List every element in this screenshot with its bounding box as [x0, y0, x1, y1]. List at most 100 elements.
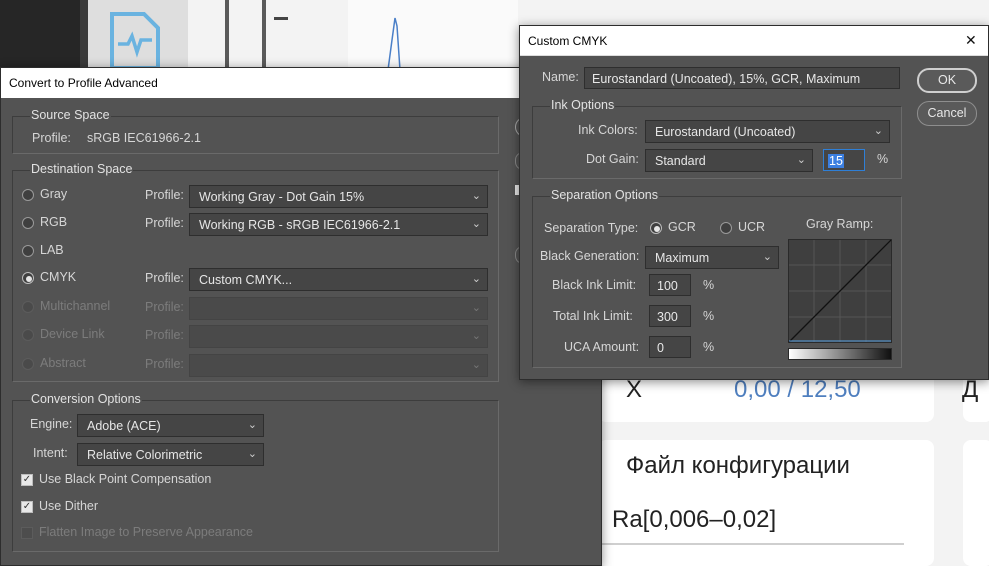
- total-ink-limit-label: Total Ink Limit:: [553, 309, 633, 323]
- black-generation-select[interactable]: Maximum ⌄: [645, 246, 779, 269]
- ok-button[interactable]: OK: [917, 68, 977, 93]
- engine-select[interactable]: Adobe (ACE) ⌄: [77, 414, 264, 437]
- radio-gcr-label: GCR: [668, 220, 696, 234]
- multichannel-profile-label: Profile:: [145, 300, 184, 314]
- config-title: Файл конфигурации: [626, 452, 850, 479]
- engine-value: Adobe (ACE): [87, 419, 161, 433]
- radio-gcr[interactable]: [650, 222, 662, 234]
- abstract-profile-select[interactable]: ⌄: [189, 354, 488, 377]
- bpc-label: Use Black Point Compensation: [39, 472, 212, 486]
- black-ink-percent: %: [703, 278, 715, 292]
- abstract-profile-label: Profile:: [145, 357, 184, 371]
- total-ink-percent: %: [703, 309, 715, 323]
- custom-cmyk-dialog: Custom CMYK ✕ Name: Eurostandard (Uncoat…: [519, 25, 989, 380]
- config-card-right: [963, 440, 989, 566]
- canvas-rule: [262, 0, 266, 70]
- bpc-checkbox[interactable]: ✓: [21, 474, 33, 486]
- cmyk-name-value: Eurostandard (Uncoated), 15%, GCR, Maxim…: [592, 72, 861, 86]
- cmyk-dialog-title: Custom CMYK: [528, 34, 608, 48]
- radio-multichannel-label: Multichannel: [40, 299, 111, 313]
- dot-gain-amount-input[interactable]: 15: [823, 149, 865, 171]
- dot-gain-value: Standard: [655, 154, 706, 168]
- radio-multichannel[interactable]: [22, 301, 34, 313]
- dot-gain-label: Dot Gain:: [586, 152, 639, 166]
- engine-label: Engine:: [30, 417, 73, 431]
- close-icon[interactable]: ✕: [965, 32, 977, 49]
- dot-gain-percent: %: [877, 152, 889, 166]
- gray-profile-select[interactable]: Working Gray - Dot Gain 15% ⌄: [189, 185, 488, 208]
- chevron-down-icon: ⌄: [471, 273, 481, 285]
- document-chart-icon: [110, 12, 160, 68]
- cancel-button-label: Cancel: [927, 106, 967, 120]
- cancel-button[interactable]: Cancel: [917, 101, 977, 126]
- chevron-down-icon: ⌄: [796, 154, 806, 166]
- source-profile-label: Profile:: [32, 131, 71, 145]
- intent-value: Relative Colorimetric: [87, 448, 203, 462]
- flatten-label: Flatten Image to Preserve Appearance: [39, 525, 254, 539]
- intent-select[interactable]: Relative Colorimetric ⌄: [77, 443, 264, 466]
- radio-cmyk-label: CMYK: [40, 270, 77, 284]
- separation-options-heading: Separation Options: [550, 188, 660, 202]
- black-generation-label: Black Generation:: [540, 249, 640, 263]
- gray-ramp-graph: [788, 239, 892, 343]
- cmyk-profile-select[interactable]: Custom CMYK... ⌄: [189, 268, 488, 291]
- uca-percent: %: [703, 340, 715, 354]
- uca-amount-label: UCA Amount:: [564, 340, 640, 354]
- radio-cmyk[interactable]: [22, 272, 34, 284]
- chevron-down-icon: ⌄: [471, 330, 481, 342]
- separation-type-label: Separation Type:: [544, 221, 639, 235]
- gray-profile-label: Profile:: [145, 188, 184, 202]
- black-ink-limit-input[interactable]: 100: [649, 274, 691, 296]
- dialog-title: Convert to Profile Advanced: [9, 76, 158, 90]
- chevron-down-icon: ⌄: [247, 419, 257, 431]
- check-icon: ✓: [22, 501, 32, 512]
- radio-rgb[interactable]: [22, 217, 34, 229]
- check-icon: ✓: [22, 474, 32, 485]
- radio-ucr[interactable]: [720, 222, 732, 234]
- flatten-checkbox[interactable]: [21, 527, 33, 539]
- black-ink-limit-value: 100: [657, 279, 678, 293]
- intent-label: Intent:: [33, 446, 68, 460]
- device-link-profile-select[interactable]: ⌄: [189, 325, 488, 348]
- destination-space-heading: Destination Space: [30, 162, 134, 176]
- chevron-down-icon: ⌄: [471, 359, 481, 371]
- dot-gain-select[interactable]: Standard ⌄: [645, 149, 813, 172]
- dither-label: Use Dither: [39, 499, 99, 513]
- total-ink-limit-input[interactable]: 300: [649, 305, 691, 327]
- chevron-down-icon: ⌄: [762, 251, 772, 263]
- rgb-profile-value: Working RGB - sRGB IEC61966-2.1: [199, 218, 401, 232]
- radio-ucr-label: UCR: [738, 220, 766, 234]
- waveform-area: [348, 0, 518, 70]
- cmyk-name-input[interactable]: Eurostandard (Uncoated), 15%, GCR, Maxim…: [584, 67, 900, 89]
- radio-gray[interactable]: [22, 189, 34, 201]
- edge-char: Д: [962, 376, 979, 403]
- radio-lab[interactable]: [22, 245, 34, 257]
- dither-checkbox[interactable]: ✓: [21, 501, 33, 513]
- uca-amount-input[interactable]: 0: [649, 336, 691, 358]
- radio-device-link[interactable]: [22, 329, 34, 341]
- radio-abstract[interactable]: [22, 358, 34, 370]
- chevron-down-icon: ⌄: [873, 125, 883, 137]
- chevron-down-icon: ⌄: [471, 190, 481, 202]
- chevron-down-icon: ⌄: [471, 218, 481, 230]
- dot-gain-amount-value: 15: [828, 154, 844, 168]
- radio-device-link-label: Device Link: [40, 327, 105, 341]
- total-ink-limit-value: 300: [657, 310, 678, 324]
- radio-lab-label: LAB: [40, 243, 64, 257]
- black-generation-value: Maximum: [655, 251, 710, 265]
- config-value: Ra[0,006–0,02]: [612, 506, 777, 533]
- black-ink-limit-label: Black Ink Limit:: [552, 278, 637, 292]
- row-label: X: [626, 376, 643, 403]
- conversion-options-heading: Conversion Options: [30, 392, 142, 406]
- cmyk-profile-value: Custom CMYK...: [199, 273, 293, 287]
- ink-colors-select[interactable]: Eurostandard (Uncoated) ⌄: [645, 120, 890, 143]
- convert-profile-dialog: Convert to Profile Advanced Source Space…: [0, 67, 602, 566]
- chevron-down-icon: ⌄: [247, 448, 257, 460]
- rgb-profile-select[interactable]: Working RGB - sRGB IEC61966-2.1 ⌄: [189, 213, 488, 236]
- device-link-profile-label: Profile:: [145, 328, 184, 342]
- multichannel-profile-select[interactable]: ⌄: [189, 297, 488, 320]
- uca-amount-value: 0: [657, 341, 664, 355]
- cmyk-name-label: Name:: [542, 70, 579, 84]
- dialog-titlebar: Convert to Profile Advanced: [1, 68, 601, 98]
- gray-ramp-gradient: [788, 348, 892, 360]
